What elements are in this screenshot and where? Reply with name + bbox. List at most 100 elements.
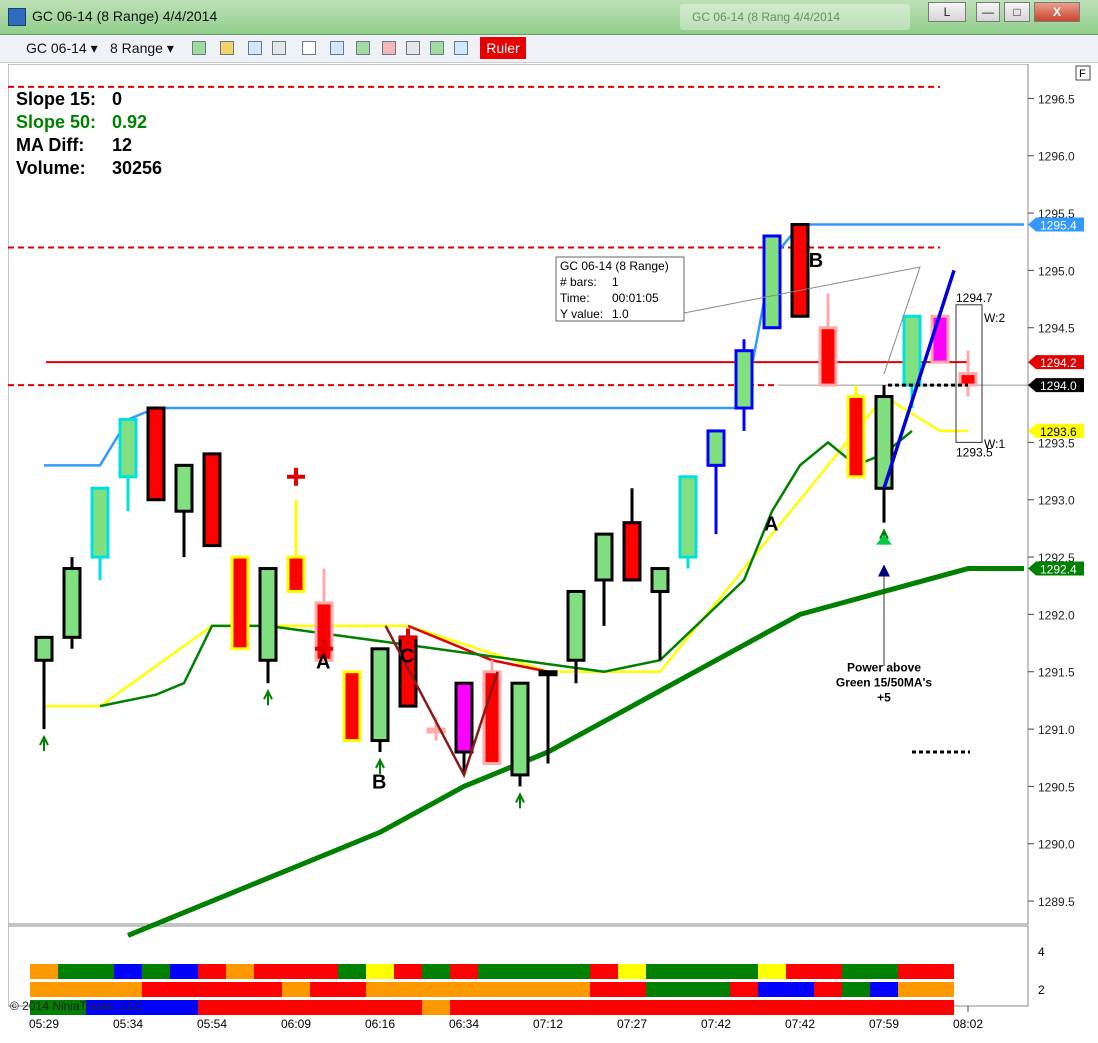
strategies-icon[interactable] (382, 41, 396, 55)
indicator-cell (338, 1000, 366, 1015)
crosshair-icon[interactable] (302, 41, 316, 55)
ruler-box-value: 00:01:05 (612, 291, 659, 305)
y-tick-label: 1292.0 (1038, 608, 1075, 622)
indicator-cell (590, 964, 618, 979)
indicator-cell (646, 1000, 674, 1015)
ruler-box-value: 1 (612, 275, 619, 289)
y-tick-label: 1290.5 (1038, 780, 1075, 794)
f-label: F (1079, 68, 1086, 80)
abc-label-b: B (809, 250, 823, 272)
up-arrow-icon (515, 792, 525, 809)
indicator-cell (170, 964, 198, 979)
interval-selector[interactable]: 8 Range ▾ (110, 40, 174, 57)
indicator-cell (366, 982, 394, 997)
candle-body (734, 349, 754, 410)
stat-row: MA Diff: 12 (16, 134, 162, 157)
maximize-button[interactable]: □ (1004, 2, 1030, 22)
price-tag-label: 1293.6 (1040, 425, 1077, 439)
candle-body (202, 452, 222, 548)
candle-body (930, 314, 950, 364)
indicator-cell (898, 964, 926, 979)
indicator-cell (226, 964, 254, 979)
x-tick-label: 08:02 (953, 1017, 983, 1031)
indicator-cell (170, 1000, 198, 1015)
indicator-cell (618, 982, 646, 997)
indicator-cell (814, 982, 842, 997)
candle-body (62, 567, 82, 639)
ruler-button[interactable]: Ruler (480, 37, 526, 59)
indicator-cell (842, 982, 870, 997)
stat-row: Slope 50: 0.92 (16, 111, 162, 134)
chart-panel[interactable]: F A B C A B GC 06-14 (8 Range) # bars: 1 Time: 00… (8, 64, 1098, 1043)
dollar-icon[interactable] (430, 41, 444, 55)
indicator-cell (562, 982, 590, 997)
zoom-out-icon[interactable] (272, 41, 286, 55)
magnifier-icon[interactable] (330, 41, 344, 55)
bar-type-icon[interactable] (192, 41, 206, 55)
lower-y-tick: 2 (1038, 983, 1045, 997)
indicator-cell (506, 1000, 534, 1015)
chart-style-icon[interactable] (406, 41, 420, 55)
x-tick-label: 07:42 (785, 1017, 815, 1031)
candle-body (538, 670, 558, 677)
indicator-cell (786, 964, 814, 979)
candle-body (902, 314, 922, 387)
abc-label-a: A (316, 651, 330, 673)
chevron-down-icon: ▾ (166, 40, 174, 56)
candle-body (342, 670, 362, 743)
stat-row: Slope 15: 0 (16, 88, 162, 111)
price-tag-label: 1294.0 (1040, 379, 1077, 393)
indicator-cell (842, 1000, 870, 1015)
price-tag-label: 1295.4 (1040, 219, 1077, 233)
indicator-cell (870, 964, 898, 979)
indicator-cell (226, 1000, 254, 1015)
indicator-cell (506, 964, 534, 979)
indicators-icon[interactable] (356, 41, 370, 55)
indicator-cell (730, 964, 758, 979)
indicator-cell (534, 1000, 562, 1015)
target-high-label: 1294.7 (956, 291, 993, 305)
stat-value: 0 (112, 89, 123, 109)
indicator-cell (422, 982, 450, 997)
y-tick-label: 1294.5 (1038, 322, 1075, 336)
candle-body (370, 647, 390, 743)
indicator-cell (814, 964, 842, 979)
indicator-cell (814, 1000, 842, 1015)
indicator-cell (310, 964, 338, 979)
indicator-cell (842, 964, 870, 979)
candle-body (818, 326, 838, 387)
indicator-cell (422, 1000, 450, 1015)
price-chart-svg[interactable]: F ABCABGC 06-14 (8 Range)# bars: 1Time: 00… (8, 64, 1098, 1043)
y-tick-label: 1289.5 (1038, 895, 1075, 909)
indicator-cell (926, 964, 954, 979)
indicator-cell (30, 964, 58, 979)
copyright-text: © 2014 NinjaTrader, LLC (10, 999, 143, 1013)
lower-y-tick: 4 (1038, 945, 1045, 959)
indicator-cell (870, 982, 898, 997)
zoom-in-icon[interactable] (248, 41, 262, 55)
indicator-cell (226, 982, 254, 997)
candle-body (146, 406, 166, 502)
layout-button[interactable]: L (928, 2, 966, 22)
candle-body (510, 681, 530, 777)
x-tick-label: 07:12 (533, 1017, 563, 1031)
candle-body (90, 486, 110, 559)
price-tag-label: 1292.4 (1040, 563, 1077, 577)
close-button[interactable]: X (1034, 2, 1080, 22)
indicator-cell (758, 982, 786, 997)
title-bar: GC 06-14 (8 Range) 4/4/2014 GC 06-14 (8 … (0, 0, 1098, 35)
instrument-label: GC 06-14 (26, 40, 87, 56)
properties-icon[interactable] (454, 41, 468, 55)
indicator-cell (618, 964, 646, 979)
stat-label: Slope 15: (16, 89, 97, 109)
indicator-cell (282, 1000, 310, 1015)
instrument-selector[interactable]: GC 06-14 ▾ (26, 40, 98, 57)
indicator-cell (394, 982, 422, 997)
minimize-button[interactable]: — (976, 2, 1000, 22)
indicator-cell (86, 964, 114, 979)
y-tick-label: 1295.0 (1038, 264, 1075, 278)
indicator-cell (786, 982, 814, 997)
candle-body (790, 223, 810, 318)
indicator-cell (310, 1000, 338, 1015)
pencil-icon[interactable] (220, 41, 234, 55)
